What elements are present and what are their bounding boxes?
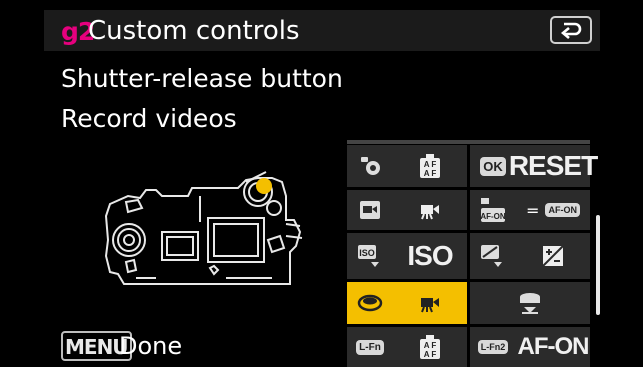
grid-cell-sub-selector[interactable]: [470, 282, 590, 324]
ok-badge: OK: [480, 156, 506, 176]
l-fn2-badge: L-Fn2: [477, 340, 509, 354]
shutter-af-icon: [361, 157, 380, 175]
grid-cell-exposure-comp[interactable]: [470, 233, 590, 279]
l-fn-badge: L-Fn: [356, 339, 384, 355]
svg-text:A F: A F: [424, 169, 437, 178]
grid-cell-shutter-release-selected[interactable]: [347, 282, 467, 324]
grid-cell-af-on[interactable]: AF-ON = AF-ON: [470, 190, 590, 230]
exposure-comp-icon: [542, 245, 564, 267]
control-context: Record videos: [61, 104, 237, 133]
movie-camera-icon: [421, 298, 439, 313]
af-on-chip: AF-ON: [545, 203, 580, 217]
svg-text:AF-ON: AF-ON: [480, 212, 506, 221]
header-bar: g2 Custom controls: [44, 10, 600, 51]
grid-cell-shutter-af[interactable]: A F A F: [347, 145, 467, 187]
back-button[interactable]: [550, 16, 592, 44]
svg-text:ISO: ISO: [359, 248, 375, 258]
grid-divider: [347, 140, 590, 144]
af-mode-icon: A F A F: [420, 335, 440, 359]
grid-cell-l-fn2[interactable]: L-Fn2 AF-ON: [470, 327, 590, 367]
grid-cell-l-fn[interactable]: L-Fn A F A F: [347, 327, 467, 367]
grid-cell-iso[interactable]: ISO ISO: [347, 233, 467, 279]
iso-button-icon: ISO: [358, 245, 379, 267]
svg-text:A F: A F: [424, 160, 437, 169]
page-title: Custom controls: [88, 16, 300, 46]
grid-cell-video-record[interactable]: [347, 190, 467, 230]
iso-label: ISO: [407, 240, 453, 271]
svg-text:A F: A F: [424, 341, 437, 350]
return-icon: [560, 22, 582, 39]
exposure-comp-button-icon: [481, 245, 502, 267]
camera-body-icon: [104, 171, 303, 285]
done-label: Done: [119, 332, 183, 360]
scrollbar[interactable]: [596, 215, 600, 315]
movie-camera-icon: [421, 205, 439, 220]
sub-selector-center-icon: [520, 293, 540, 314]
control-name: Shutter-release button: [61, 64, 343, 93]
af-on-lock-icon: AF-ON: [480, 198, 506, 222]
grid-cell-reset[interactable]: OK RESET: [470, 145, 598, 187]
shutter-release-button-icon: [357, 294, 383, 312]
reset-label: RESET: [508, 150, 598, 181]
af-on-label: AF-ON: [517, 333, 590, 360]
af-mode-icon: A F A F: [420, 154, 440, 178]
equals-sign: =: [526, 200, 540, 220]
video-record-button-icon: [360, 201, 380, 219]
svg-text:A F: A F: [424, 350, 437, 359]
